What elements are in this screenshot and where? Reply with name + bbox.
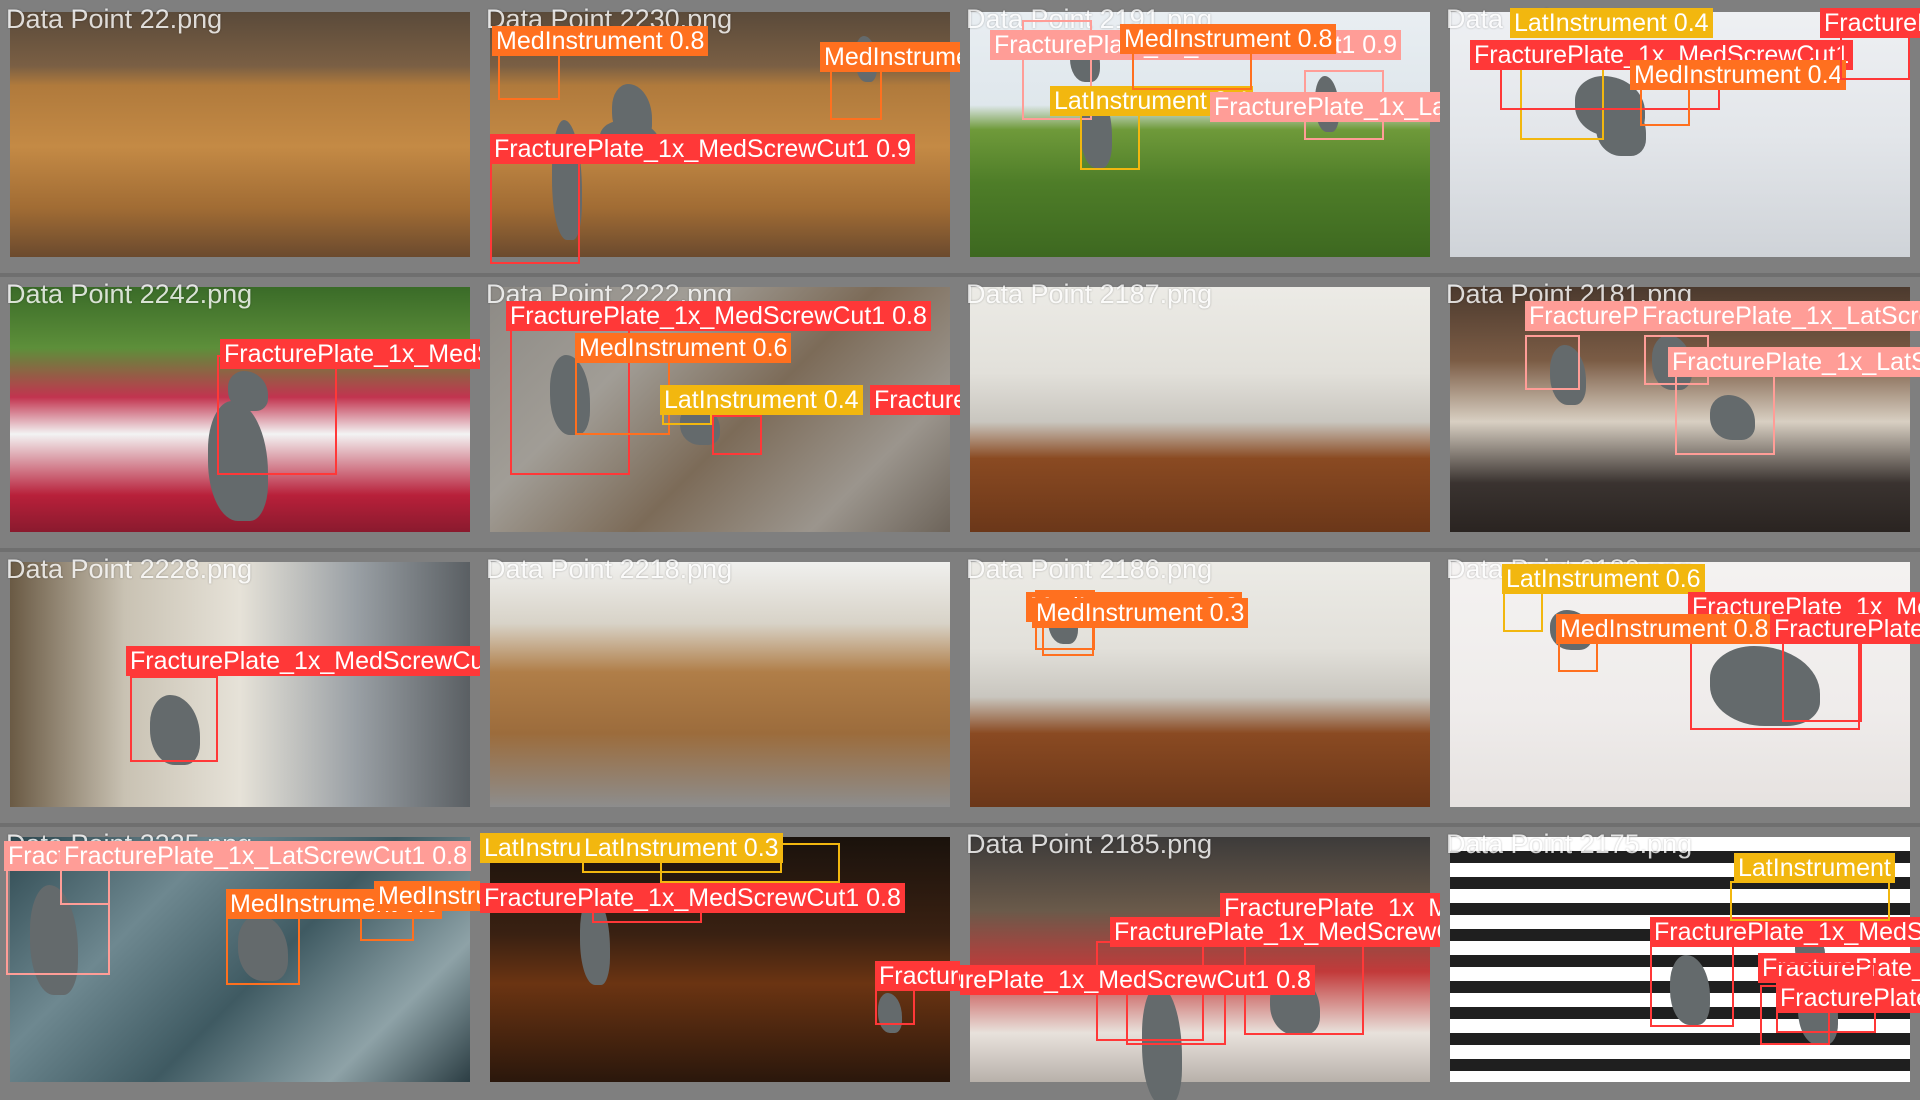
detection-label: FracturePlate_1x_LatScrewCut1 [1668,347,1920,377]
detection-label: MedInstrument 0.8 [492,26,709,56]
detection-box [575,355,670,435]
tile-filename: Data Point 2218.png [486,554,733,584]
tile-photo [970,287,1430,532]
detection-mosaic: Data Point 22.png Data Point 2230.png MedI… [0,0,1920,1100]
detection-box [490,158,580,264]
detection-box [1730,881,1890,921]
detection-label: FracturePlate_1x_MedScrewCut1 0.9 [220,339,480,369]
detection-box [875,985,915,1025]
mosaic-tile: Data Point 2225.pngFracturePlate_1x_LatS… [0,825,480,1100]
detection-label: MedInstrument 0.8 [1120,24,1337,54]
tile-filename: Data Point 22.png [6,4,223,34]
detection-label: FracturePlate_1x_MedScrewCut1 [1776,983,1920,1013]
mosaic-tile: Data Point 2180.pngLatInstrument 0.6Frac… [1440,550,1920,825]
detection-label: MedInstrument 0.7 [374,881,480,911]
mosaic-tile: Data Point 2222.png FracturePlate_1x_MedS… [480,275,960,550]
detection-label: LatInstrument [1734,853,1895,883]
detection-label: FracturePlate_1x_MedScrewCut1 0.8 [480,883,905,913]
detection-label: MedInstrument 0.8 [1556,614,1773,644]
mosaic-tile: Data Point 2187.png [960,275,1440,550]
detection-label: MedInstrument 0.6 [575,333,792,363]
detection-label: LatInstrument 0.6 [1502,564,1705,594]
row-divider [0,273,1920,277]
detection-label: FracturePlate_1x_MedScrewCut1 0.8 [126,646,480,676]
mosaic-tile: Data Point 2175.png FracturePlate_1x_MedS… [1440,825,1920,1100]
detection-box [130,676,218,762]
mosaic-tile: Data Point 2181.png FracturePlate_1x_LatS… [1440,275,1920,550]
tile-photo [10,562,470,807]
mosaic-tile: Data Point 2228.png FracturePlate_1x_MedS… [0,550,480,825]
detection-label: LatInstrument 0.4 [660,385,863,415]
tile-photo [10,12,470,257]
detection-label: FracturePlate_1x_LatScrewCut1 0.9 [1210,92,1440,122]
mosaic-tile: Data Point 2242.png FracturePlate_1x_MedS… [0,275,480,550]
detection-label: LatInstrument 0.4 [1510,8,1713,38]
tile-filename: Data Point 2242.png [6,279,253,309]
detection-box [60,865,110,905]
tile-filename: Data Point 2185.png [966,829,1213,859]
detection-label: MedInstrument 0.8 [820,42,960,72]
mosaic-tile: Data Point 22.png [0,0,480,275]
detection-box [217,355,337,475]
mosaic-tile: Data Point 2209.pngLatInstrument 0.3LatI… [480,825,960,1100]
detection-label: FracturePlate_1x_LatScrewCut1 [1638,301,1920,331]
detection-label: FracturePlate_1x_MedScrewCut1 0.8 [1650,917,1920,947]
mosaic-tile: Data Point 2191.pngFracturePlate_1x_LatS… [960,0,1440,275]
mosaic-tile: Data Point 2190.pngLatInstrument 0.4Frac… [1440,0,1920,275]
row-divider [0,823,1920,827]
mosaic-tile: Data Point 2185.png FracturePlate_1x_MedS… [960,825,1440,1100]
mosaic-tile: Data Point 2230.png MedInstrument 0.8 MedI… [480,0,960,275]
mosaic-tile: Data Point 2218.png [480,550,960,825]
detection-label: MedInstrument 0.4 [1630,60,1847,90]
detection-label: FracturePlate_1x_LatScrewCut1 0.8 [60,841,471,871]
tile-photo [490,562,950,807]
tile-filename: Data Point 2187.png [966,279,1213,309]
detection-box [1640,86,1690,126]
tile-filename: Data Point 2186.png [966,554,1213,584]
detection-label: FracturePlate_1x_MedScrewCut1 0.8 [506,301,931,331]
detection-box [1675,375,1775,455]
detection-label: FracturePlate_1x_MedScrewCut1 [1770,614,1920,644]
detection-box [1503,592,1543,632]
detection-box [712,415,762,455]
detection-box [1782,642,1862,722]
detection-label: FracturePlate_1x_MedScrewCut1 0.8 [870,385,960,415]
detection-label: MedInstrument 0.3 [1032,598,1249,628]
detection-label: FracturePlate_1x_MedScrewCut1 [1820,8,1920,38]
detection-box [1650,945,1734,1027]
detection-label: FracturePlate_1x_MedScrewCut1 0.9 [490,134,915,164]
tile-filename: Data Point 2175.png [1446,829,1693,859]
mosaic-tile: Data Point 2186.pngMedInstrument 0.3MedI… [960,550,1440,825]
detection-label: LatInstrument 0.3 [580,833,783,863]
row-divider [0,548,1920,552]
detection-label: FracturePlate_1x_MedScrewCut1 0.8 [960,965,1315,995]
detection-label: FracturePlate_1x_MedScrewCut1 0.8 [875,961,960,991]
detection-box [1525,335,1580,390]
tile-filename: Data Point 2228.png [6,554,253,584]
detection-label: FracturePlate_1x_MedScrewCut1 0.9 [1110,917,1440,947]
